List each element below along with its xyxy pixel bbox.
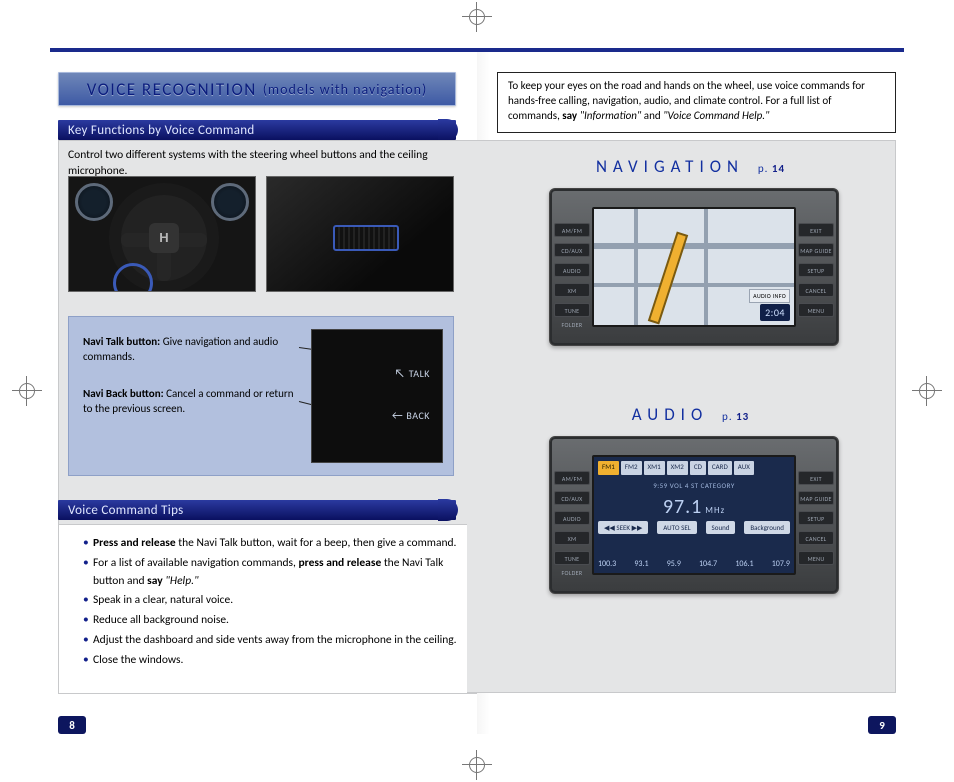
registration-mark-top [462,2,492,32]
registration-mark-bottom [462,750,492,780]
device-side-button: EXIT [798,471,834,485]
note-label: Navi Back button: [83,387,164,400]
device-side-button: TUNE FOLDER [554,303,590,317]
device-side-button: AUDIO [554,511,590,525]
note-navi-talk: Navi Talk button: Give navigation and au… [83,335,303,365]
audio-preset: 95.9 [667,559,681,569]
tip-item: Speak in a clear, natural voice. [83,592,469,610]
audio-band-tab: XM2 [667,461,688,475]
registration-mark-left [12,376,42,406]
device-side-button: CD/AUX [554,491,590,505]
nav-clock: 2:04 [760,304,790,321]
device-side-button: CD/AUX [554,243,590,257]
banner-title: VOICE RECOGNITION [87,79,257,100]
tip-item: Close the windows. [83,652,469,670]
image-steering-wheel [68,176,256,292]
nav-screen: AUDIO INFO 2:04 [592,207,796,327]
page-number-left: 8 [58,716,86,734]
audio-soft-button: AUTO SEL [657,521,696,534]
audio-frequency: 97.1MHz [594,495,794,519]
annotation-box: Navi Talk button: Give navigation and au… [68,316,454,476]
callout-italic: "Voice Command Help." [663,109,769,122]
audio-soft-button: Background [744,521,790,534]
device-side-button: SETUP [798,263,834,277]
image-navigation-unit: AUDIO INFO 2:04 AM/FM CD/AUX AUDIO XM TUNE F… [549,188,839,346]
subheading-key-functions: Key Functions by Voice Command [58,120,456,140]
image-wheel-detail: TALK BACK [311,329,443,463]
section-banner: VOICE RECOGNITION (models with navigatio… [58,72,456,106]
page-ref: p. 13 [722,410,749,423]
page-spread: VOICE RECOGNITION (models with navigatio… [50,48,904,734]
device-side-button: XM [554,283,590,297]
audio-status-line: 9:59 VOL 4 ST CATEGORY [594,481,794,490]
audio-band-tab: AUX [734,461,754,475]
highlight-rect-icon [333,225,399,251]
note-navi-back: Navi Back button: Cancel a command or re… [83,387,303,417]
tip-item: Press and release the Navi Talk button, … [83,535,469,553]
back-icon-label: BACK [392,408,430,424]
image-ceiling-microphone [266,176,454,292]
device-side-button: CANCEL [798,283,834,297]
device-side-button: AUDIO [554,263,590,277]
registration-mark-right [912,376,942,406]
audio-preset: 93.1 [634,559,648,569]
top-rule [50,48,487,52]
page-right: To keep your eyes on the road and hands … [477,48,904,734]
device-side-button: TUNE FOLDER [554,551,590,565]
page-left: VOICE RECOGNITION (models with navigatio… [50,48,477,734]
tip-item: Reduce all background noise. [83,612,469,630]
audio-button-row: ◀◀ SEEK ▶▶ AUTO SEL Sound Background [598,521,790,534]
callout-italic: "Information" [577,109,641,122]
note-label: Navi Talk button: [83,335,160,348]
intro-text: Control two different systems with the s… [68,148,463,179]
device-side-button: AM/FM [554,223,590,237]
device-side-button: MAP GUIDE [798,243,834,257]
heading-navigation: NAVIGATION p. 14 [477,156,904,177]
callout-text: and [641,109,663,122]
audio-screen: FM1FM2XM1XM2CDCARDAUX 9:59 VOL 4 ST CATE… [592,455,796,575]
page-ref: p. 14 [758,162,785,175]
heading-text: NAVIGATION [596,156,744,177]
device-side-button: MENU [798,303,834,317]
subheading-voice-tips: Voice Command Tips [58,500,456,520]
device-side-button: AM/FM [554,471,590,485]
audio-preset-row: 100.3 93.1 95.9 104.7 106.1 107.9 [598,559,790,569]
top-rule [467,48,904,52]
callout-box: To keep your eyes on the road and hands … [497,72,896,133]
heading-audio: AUDIO p. 13 [477,404,904,425]
heading-text: AUDIO [632,404,708,425]
callout-bold: say [562,109,577,122]
device-side-button: MAP GUIDE [798,491,834,505]
audio-band-tab: FM2 [621,461,642,475]
audio-preset: 106.1 [735,559,753,569]
audio-info-button: AUDIO INFO [749,289,790,303]
talk-icon-label: TALK [394,366,430,382]
tips-list: Press and release the Navi Talk button, … [58,524,487,694]
banner-subtitle: (models with navigation) [263,81,428,98]
audio-soft-button: Sound [706,521,736,534]
device-side-button: SETUP [798,511,834,525]
audio-preset: 100.3 [598,559,616,569]
audio-band-tab: XM1 [644,461,665,475]
tip-item: Adjust the dashboard and side vents away… [83,632,469,650]
tip-item: For a list of available navigation comma… [83,555,469,591]
audio-preset: 104.7 [699,559,717,569]
subheading-text: Voice Command Tips [68,503,184,518]
audio-band-tab: FM1 [598,461,619,475]
subheading-text: Key Functions by Voice Command [68,123,255,138]
device-side-button: XM [554,531,590,545]
device-side-button: EXIT [798,223,834,237]
audio-band-tab: CD [690,461,706,475]
image-audio-unit: FM1FM2XM1XM2CDCARDAUX 9:59 VOL 4 ST CATE… [549,436,839,594]
device-side-button: CANCEL [798,531,834,545]
audio-band-row: FM1FM2XM1XM2CDCARDAUX [598,461,790,475]
page-number-right: 9 [868,716,896,734]
device-side-button: MENU [798,551,834,565]
seek-control: ◀◀ SEEK ▶▶ [598,521,648,534]
audio-preset: 107.9 [772,559,790,569]
audio-band-tab: CARD [708,461,732,475]
